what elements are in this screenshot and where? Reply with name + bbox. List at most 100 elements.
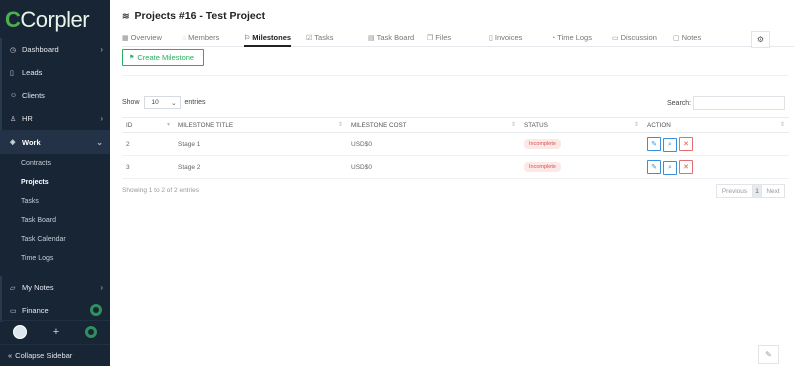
- sidebar-item-leads[interactable]: ▯ Leads: [0, 61, 110, 84]
- invoices-icon: ▯: [489, 35, 493, 42]
- chevron-right-icon: ›: [100, 114, 103, 123]
- tab-members[interactable]: ◌ Members: [182, 33, 219, 42]
- sidebar-item-label: HR: [22, 114, 33, 123]
- column-header-id[interactable]: ID ▾: [122, 117, 174, 133]
- edit-button[interactable]: ✎: [647, 159, 661, 174]
- delete-button[interactable]: ✕: [679, 159, 693, 174]
- sidebar-item-hr[interactable]: ♙ HR ›: [0, 107, 110, 130]
- tab-time-logs[interactable]: ◔ Time Logs: [551, 33, 592, 42]
- hr-icon: ♙: [10, 115, 17, 123]
- gears-icon: ⚙: [756, 35, 765, 44]
- quick-note-button[interactable]: ✎: [758, 345, 779, 364]
- search-input[interactable]: [693, 96, 786, 110]
- sidebar-sub-time-logs[interactable]: Time Logs: [0, 249, 110, 268]
- cell-cost: USD$0: [347, 132, 520, 156]
- work-icon: ◈: [10, 139, 16, 146]
- view-button[interactable]: ⌕: [663, 160, 677, 175]
- column-label: MILESTONE TITLE: [178, 121, 234, 129]
- delete-button[interactable]: ✕: [679, 136, 693, 151]
- cell-cost: USD$0: [347, 155, 520, 179]
- sidebar-sub-tasks[interactable]: Tasks: [0, 192, 110, 211]
- search-icon: ⌕: [668, 140, 672, 148]
- sidebar-item-work[interactable]: ◈ Work ⌄: [0, 130, 110, 154]
- sort-icon: ⇕: [779, 122, 785, 128]
- tab-overview[interactable]: ▦ Overview: [122, 33, 162, 42]
- sidebar: CCorpler ◷ Dashboard › ▯ Leads ☺ Clients…: [0, 0, 110, 366]
- column-header-cost[interactable]: MILESTONE COST ⇕: [347, 117, 520, 133]
- page-title-text: Projects #16 - Test Project: [134, 10, 266, 22]
- tab-label: Notes: [681, 33, 702, 42]
- project-tabs: ▦ Overview ◌ Members ⚐ Milestones ☑ Tasks ▤ T…: [122, 33, 794, 47]
- next-page-button[interactable]: Next: [761, 184, 785, 198]
- cell-status: Incomplete: [520, 155, 643, 179]
- tab-discussion[interactable]: ▭ Discussion: [612, 33, 657, 42]
- tab-label: Time Logs: [557, 33, 592, 42]
- plus-icon[interactable]: +: [53, 326, 59, 338]
- cell-title: Stage 2: [174, 155, 347, 179]
- tab-tasks[interactable]: ☑ Tasks: [306, 33, 333, 42]
- tab-label: Milestones: [252, 33, 292, 42]
- tab-files[interactable]: ❐ Files: [427, 33, 451, 42]
- tab-label: Overview: [130, 33, 162, 42]
- chevron-right-icon: ›: [100, 283, 103, 292]
- table-row: 2 Stage 1 USD$0 Incomplete ✎ ⌕ ✕: [122, 132, 789, 156]
- status-indicator-icon: [90, 304, 102, 316]
- tab-label: Files: [435, 33, 452, 42]
- column-label: STATUS: [524, 121, 548, 129]
- tasks-icon: ☑: [306, 35, 313, 42]
- leads-icon: ▯: [10, 69, 14, 77]
- members-icon: ◌: [182, 35, 187, 42]
- close-icon: ✕: [683, 163, 689, 171]
- notes-icon: ▱: [10, 284, 16, 292]
- sidebar-item-label: Work: [22, 137, 41, 147]
- page-title: ≋ Projects #16 - Test Project: [122, 10, 265, 22]
- sidebar-item-label: Dashboard: [22, 45, 59, 54]
- avatar[interactable]: [12, 324, 27, 339]
- previous-page-button[interactable]: Previous: [716, 184, 753, 198]
- overview-icon: ▦: [122, 35, 129, 42]
- tab-milestones[interactable]: ⚐ Milestones: [244, 33, 292, 47]
- sidebar-item-clients[interactable]: ☺ Clients: [0, 84, 110, 107]
- sidebar-item-label: Finance: [22, 306, 49, 315]
- tab-label: Tasks: [314, 33, 334, 42]
- status-badge: Incomplete: [524, 162, 561, 172]
- task-board-icon: ▤: [368, 35, 375, 42]
- view-button[interactable]: ⌕: [663, 137, 677, 152]
- sidebar-sub-task-board[interactable]: Task Board: [0, 211, 110, 230]
- column-header-status[interactable]: STATUS ⇕: [520, 117, 643, 133]
- settings-gears-button[interactable]: ⚙: [751, 31, 770, 48]
- sidebar-item-label: Leads: [22, 68, 43, 77]
- app-logo[interactable]: CCorpler: [5, 7, 90, 33]
- finance-icon: ▭: [10, 307, 17, 315]
- sidebar-sub-contracts[interactable]: Contracts: [0, 154, 110, 173]
- tab-label: Task Board: [376, 33, 415, 42]
- tab-task-board[interactable]: ▤ Task Board: [368, 33, 414, 42]
- create-milestone-label: Create Milestone: [137, 53, 195, 62]
- tab-label: Members: [188, 33, 220, 42]
- sidebar-item-my-notes[interactable]: ▱ My Notes ›: [0, 276, 110, 299]
- create-milestone-button[interactable]: ⚑ Create Milestone: [122, 49, 204, 66]
- discussion-icon: ▭: [612, 35, 619, 42]
- collapse-sidebar-button[interactable]: « Collapse Sidebar: [0, 344, 110, 366]
- tab-label: Invoices: [494, 33, 523, 42]
- column-header-action[interactable]: ACTION ⇕: [643, 117, 789, 133]
- tab-invoices[interactable]: ▯ Invoices: [489, 33, 522, 42]
- sidebar-item-label: Clients: [22, 91, 45, 100]
- sidebar-sub-projects[interactable]: Projects: [0, 173, 110, 192]
- close-icon: ✕: [683, 140, 689, 148]
- tab-notes[interactable]: ▢ Notes: [673, 33, 701, 42]
- sidebar-item-dashboard[interactable]: ◷ Dashboard ›: [0, 38, 110, 61]
- double-chevron-left-icon: «: [8, 351, 13, 360]
- chevron-down-icon: ⌄: [96, 137, 103, 147]
- pencil-icon: ✎: [651, 163, 657, 171]
- sidebar-bottom-bar: +: [0, 320, 110, 342]
- column-label: ID: [126, 121, 133, 129]
- status-indicator-icon[interactable]: [85, 325, 98, 338]
- column-header-title[interactable]: MILESTONE TITLE ⇕: [174, 117, 347, 133]
- collapse-label: Collapse Sidebar: [15, 351, 73, 360]
- sidebar-sub-task-calendar[interactable]: Task Calendar: [0, 230, 110, 249]
- entries-select[interactable]: 10 ⌄: [143, 96, 181, 109]
- clock-icon: ◔: [551, 35, 556, 42]
- edit-button[interactable]: ✎: [647, 136, 661, 151]
- entries-label: entries: [184, 99, 206, 106]
